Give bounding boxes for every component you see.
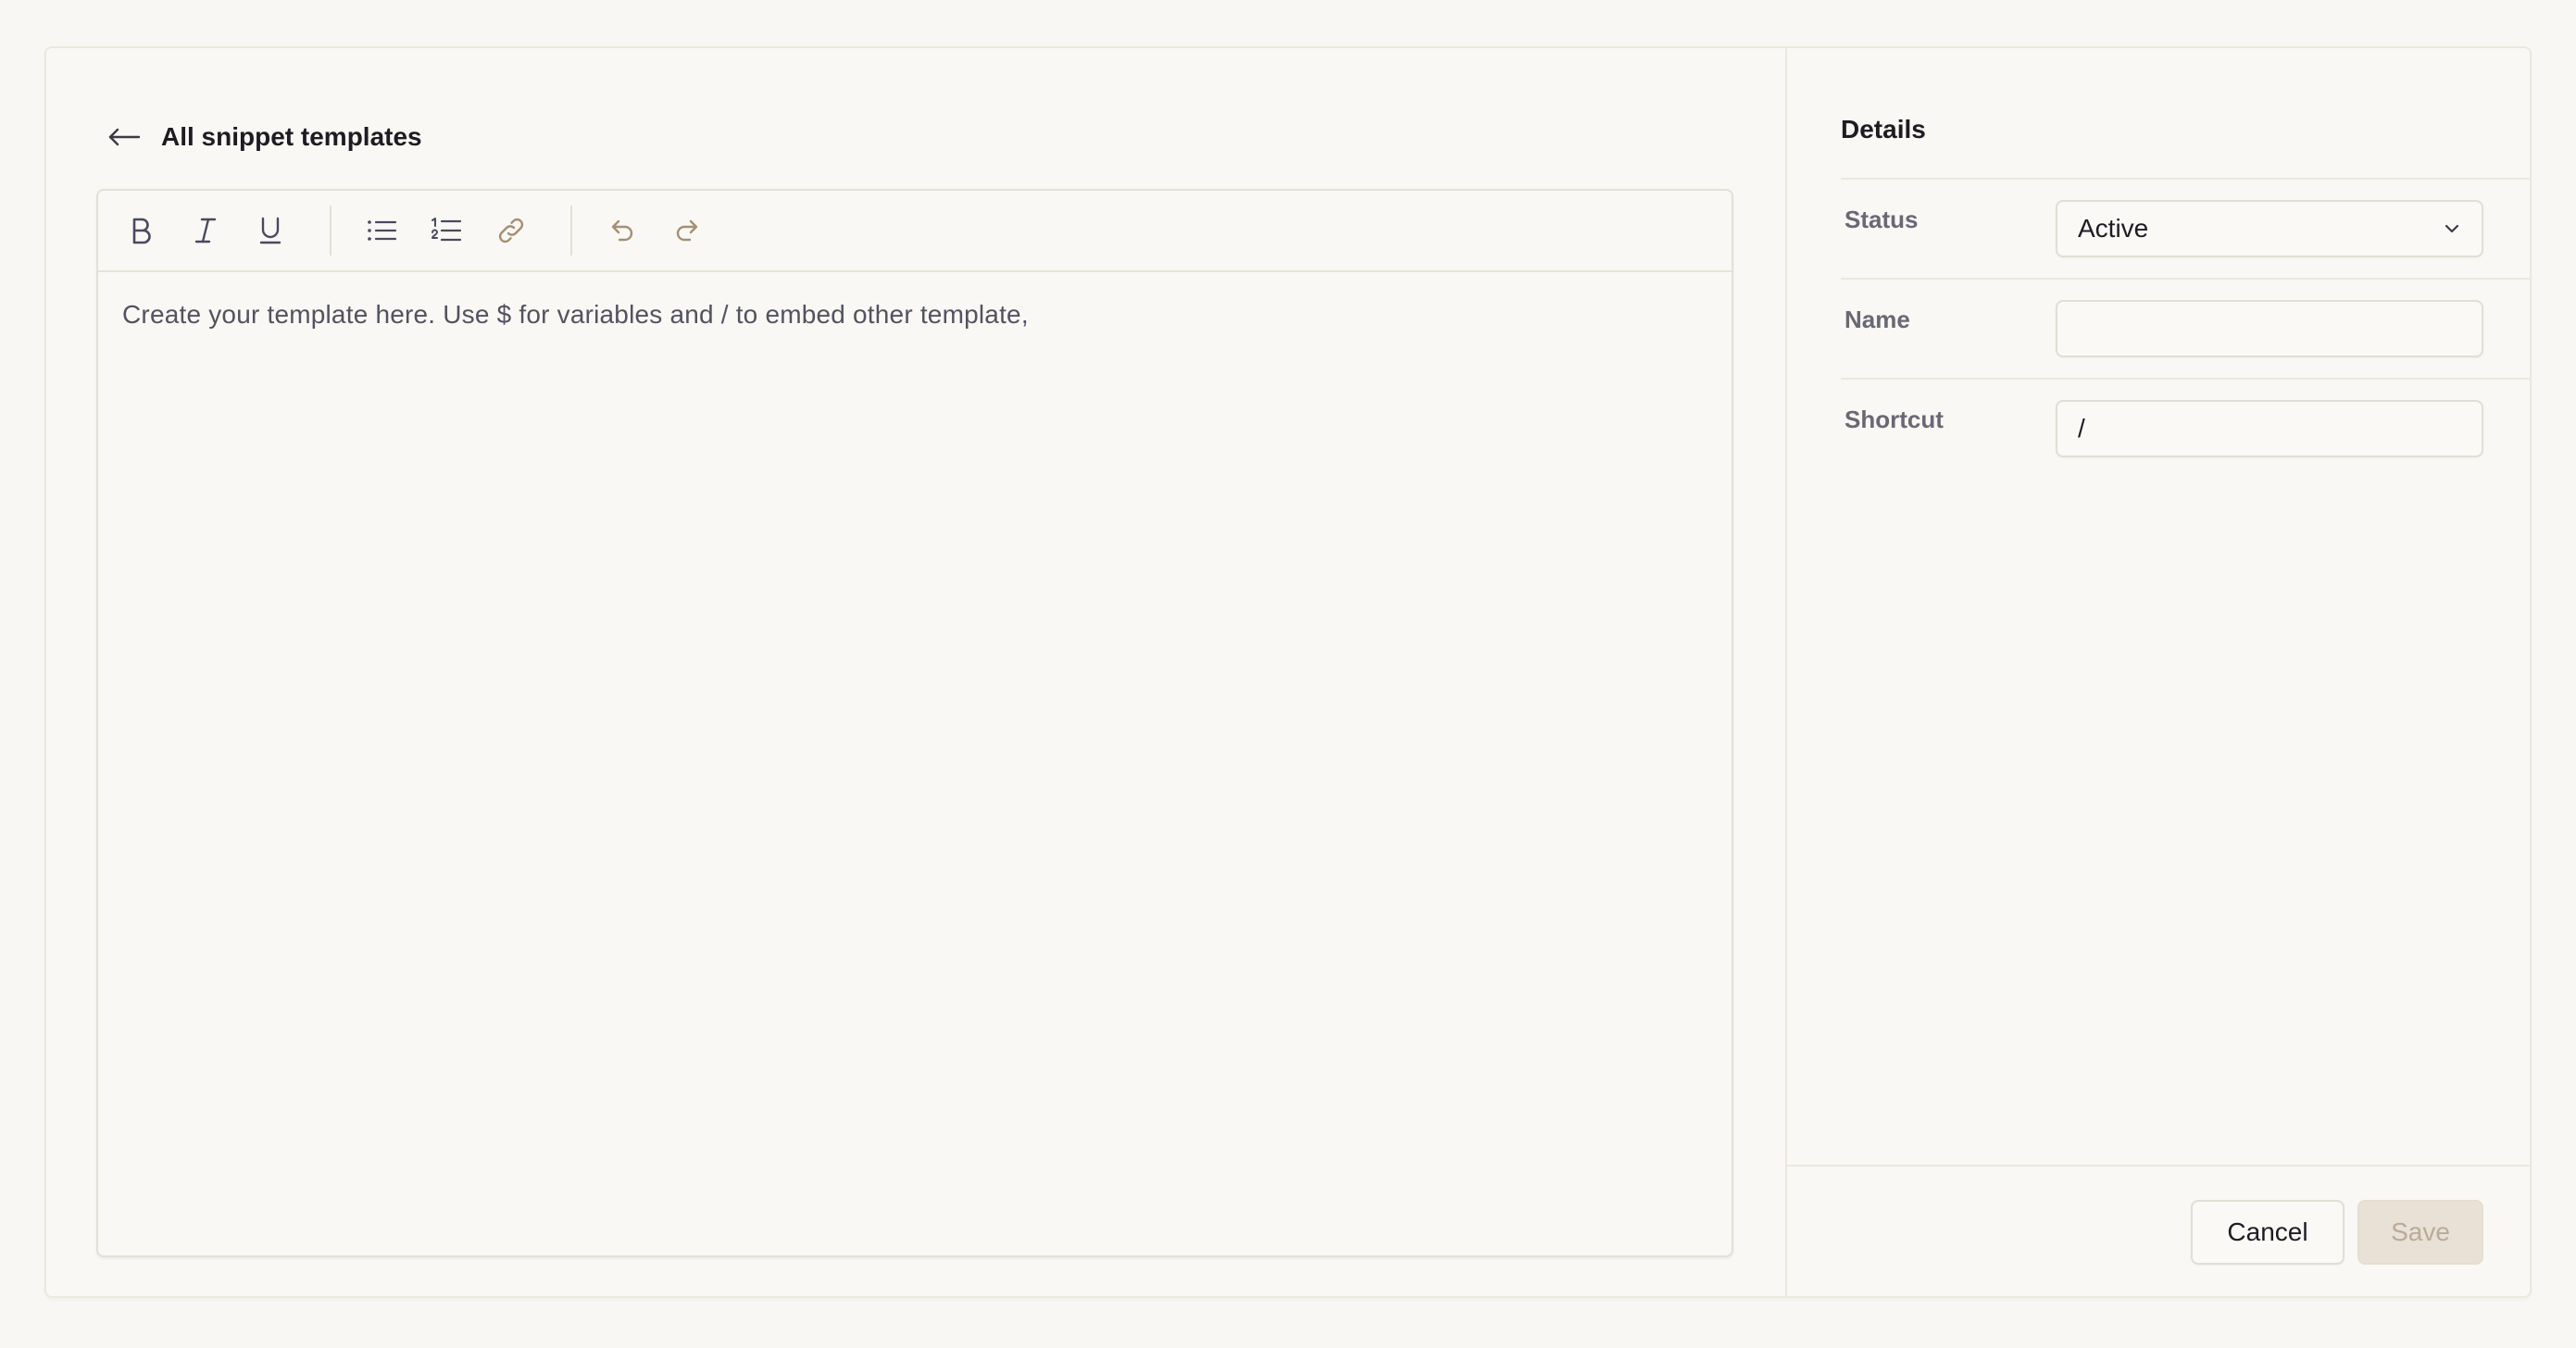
redo-icon: [676, 219, 698, 242]
name-input[interactable]: [2056, 300, 2483, 357]
numbered-list-icon: [431, 218, 462, 242]
details-title: Details: [1841, 115, 1926, 144]
snippet-template-editor-panel: All snippet templates Create your templa…: [44, 46, 2532, 1298]
chevron-down-icon: [2445, 224, 2459, 233]
underline-icon: [259, 217, 281, 244]
status-select[interactable]: Active: [2056, 200, 2483, 257]
undo-button[interactable]: [598, 206, 646, 255]
back-link[interactable]: All snippet templates: [106, 111, 422, 163]
editor-toolbar: [98, 191, 1732, 272]
save-button[interactable]: Save: [2357, 1200, 2483, 1265]
underline-button[interactable]: [246, 206, 294, 255]
bold-button[interactable]: [117, 206, 165, 255]
name-label: Name: [1844, 306, 1910, 333]
link-button[interactable]: [487, 206, 535, 255]
arrow-left-icon: [106, 119, 143, 156]
editor-placeholder: Create your template here. Use $ for var…: [122, 300, 1029, 329]
redo-button[interactable]: [663, 206, 711, 255]
bold-icon: [132, 218, 151, 244]
shortcut-label: Shortcut: [1844, 406, 1944, 433]
numbered-list-button[interactable]: [422, 206, 470, 255]
editor-content[interactable]: Create your template here. Use $ for var…: [98, 272, 1732, 1254]
name-row: Name: [1841, 278, 2530, 378]
bullet-list-button[interactable]: [357, 206, 406, 255]
shortcut-row: Shortcut: [1841, 378, 2530, 478]
details-panel: Details Status Active Name Shortcut Canc…: [1785, 48, 2530, 1296]
link-icon: [498, 218, 524, 243]
shortcut-input[interactable]: [2056, 400, 2483, 457]
status-value: Active: [2078, 214, 2149, 243]
toolbar-divider: [570, 206, 572, 256]
cancel-button[interactable]: Cancel: [2191, 1200, 2345, 1265]
italic-icon: [194, 218, 217, 243]
editor-area: All snippet templates Create your templa…: [46, 48, 1785, 1296]
back-link-label: All snippet templates: [161, 122, 422, 151]
italic-button[interactable]: [181, 206, 230, 255]
details-footer: Cancel Save: [1787, 1165, 2530, 1296]
status-row: Status Active: [1841, 178, 2530, 278]
rich-text-editor: Create your template here. Use $ for var…: [96, 189, 1733, 1257]
bullet-list-icon: [368, 220, 397, 241]
toolbar-divider: [330, 206, 331, 256]
undo-icon: [611, 219, 633, 242]
status-label: Status: [1844, 206, 1919, 233]
